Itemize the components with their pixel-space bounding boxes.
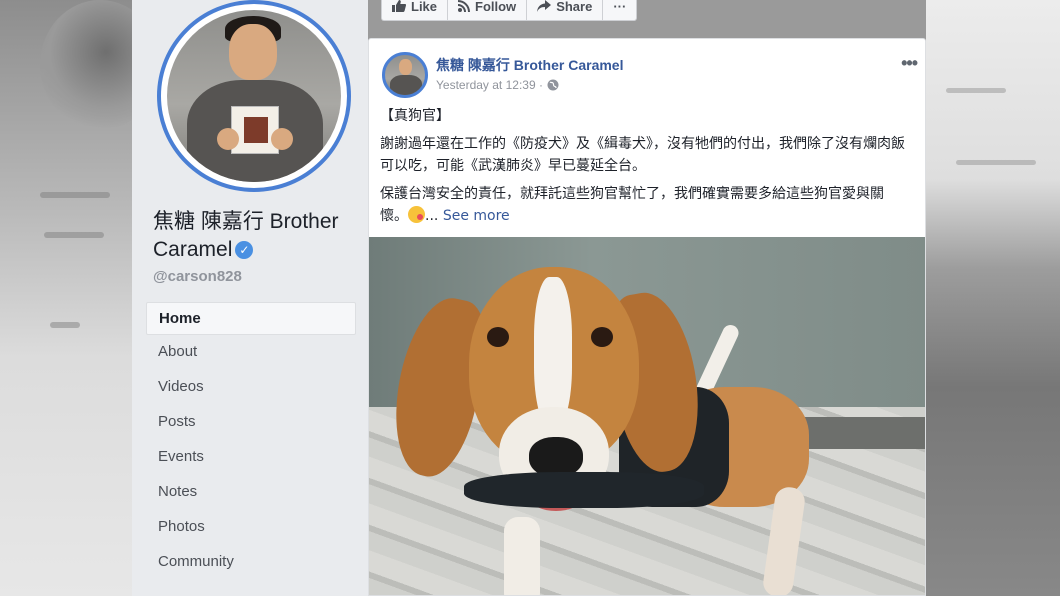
post-paragraph-2-container: 保護台灣安全的責任，就拜託這些狗官幫忙了，我們確實需要多給這些狗官愛與關懷。..… [380, 183, 910, 227]
share-button[interactable]: Share [527, 0, 604, 20]
share-label: Share [556, 0, 593, 14]
sidebar-item-home[interactable]: Home [146, 302, 356, 335]
profile-avatar[interactable] [157, 0, 351, 192]
sidebar-nav: Home About Videos Posts Events Notes Pho… [146, 302, 356, 580]
post-options-button[interactable]: ••• [901, 53, 918, 74]
follow-button[interactable]: Follow [448, 0, 528, 20]
sidebar-item-posts[interactable]: Posts [146, 405, 356, 440]
share-arrow-icon [537, 0, 552, 12]
blurred-text-line [946, 88, 1006, 93]
post-author-name[interactable]: 焦糖 陳嘉行 Brother Caramel [436, 55, 623, 75]
post-paragraph-1: 謝謝過年還在工作的《防疫犬》及《緝毒犬》，沒有牠們的付出，我們除了沒有爛肉飯可以… [380, 136, 905, 174]
like-button[interactable]: Like [382, 0, 449, 20]
feed-post: 焦糖 陳嘉行 Brother Caramel Yesterday at 12:3… [368, 38, 926, 596]
page-action-bar: Like Follow Share ··· [381, 0, 638, 21]
more-label: ··· [613, 0, 627, 14]
sidebar-item-events[interactable]: Events [146, 440, 356, 475]
thumbs-up-icon [392, 0, 406, 12]
winking-face-kiss-emoji-icon [408, 206, 425, 223]
sidebar-item-about[interactable]: About [146, 335, 356, 370]
post-timestamp[interactable]: Yesterday at 12:39 · [436, 78, 543, 92]
page-title[interactable]: 焦糖 陳嘉行 Brother Caramel ✓ [153, 208, 363, 264]
blurred-text-line [956, 160, 1036, 165]
globe-icon [547, 79, 559, 91]
post-photo[interactable] [369, 237, 925, 595]
sidebar-item-community[interactable]: Community [146, 545, 356, 580]
like-label: Like [411, 0, 438, 14]
post-ellipsis: ... [425, 208, 443, 224]
post-body: 【真狗官】 謝謝過年還在工作的《防疫犬》及《緝毒犬》，沒有牠們的付出，我們除了沒… [380, 105, 910, 233]
profile-photo [167, 10, 341, 182]
page-sidebar: 焦糖 陳嘉行 Brother Caramel ✓ @carson828 Home … [132, 0, 368, 596]
blurred-text-line [44, 232, 104, 238]
sidebar-item-photos[interactable]: Photos [146, 510, 356, 545]
sidebar-item-videos[interactable]: Videos [146, 370, 356, 405]
see-more-link[interactable]: See more [443, 208, 510, 224]
blurred-text-line [50, 322, 80, 328]
follow-label: Follow [475, 0, 517, 14]
blurred-text-line [40, 192, 110, 198]
verified-badge-icon: ✓ [235, 241, 254, 259]
post-title: 【真狗官】 [380, 108, 450, 124]
page-handle[interactable]: @carson828 [153, 268, 242, 285]
rss-follow-icon [458, 0, 471, 12]
sidebar-item-notes[interactable]: Notes [146, 475, 356, 510]
blurred-background-right [926, 0, 1060, 596]
blurred-background-left [0, 0, 160, 596]
post-author-avatar[interactable] [382, 52, 428, 98]
post-meta: Yesterday at 12:39 · [436, 78, 559, 92]
more-actions-button[interactable]: ··· [603, 0, 636, 20]
